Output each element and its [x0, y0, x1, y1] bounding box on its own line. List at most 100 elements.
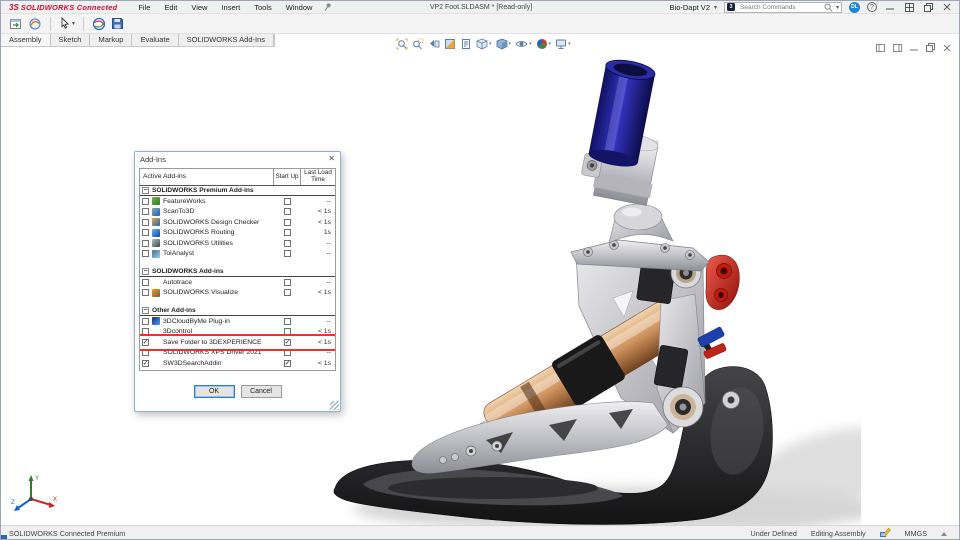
zoom-to-fit-icon[interactable] [396, 38, 408, 50]
hide-show-items-chevron-icon[interactable]: ▾ [529, 41, 532, 47]
add-in-row-solidworks-utilities[interactable]: SOLIDWORKS Utilities-- [140, 238, 335, 249]
help-icon[interactable]: ? [867, 2, 877, 12]
3dexperience-icon[interactable] [92, 17, 106, 31]
add-in-row-autotrace[interactable]: Autotrace-- [140, 277, 335, 288]
startup-checkbox[interactable] [284, 250, 291, 257]
active-checkbox[interactable] [142, 349, 149, 356]
active-checkbox[interactable] [142, 250, 149, 257]
avatar[interactable]: DL [849, 2, 860, 13]
collapse-icon[interactable]: − [142, 268, 149, 275]
add-in-row-solidworks-design-checker[interactable]: SOLIDWORKS Design Checker< 1s [140, 217, 335, 228]
add-in-row-solidworks-visualize[interactable]: SOLIDWORKS Visualize< 1s [140, 288, 335, 299]
graphics-area[interactable]: ▾ ▾ ▾ ▾ ▾ [1, 34, 960, 525]
startup-checkbox[interactable] [284, 198, 291, 205]
tab-evaluate[interactable]: Evaluate [132, 34, 178, 46]
startup-checkbox[interactable] [284, 339, 291, 346]
startup-checkbox[interactable] [284, 349, 291, 356]
prosthetic-foot-model[interactable] [321, 51, 861, 525]
view-settings-icon[interactable]: ▾ [555, 38, 571, 50]
previous-view-icon[interactable] [428, 38, 440, 50]
add-in-row-solidworks-routing[interactable]: SOLIDWORKS Routing1s [140, 228, 335, 239]
active-checkbox[interactable] [142, 360, 149, 367]
dialog-title-bar[interactable]: Add-Ins ✕ [135, 152, 340, 166]
view-settings-chevron-icon[interactable]: ▾ [568, 41, 571, 47]
lifecycle-icon[interactable] [9, 17, 23, 31]
menu-file[interactable]: File [131, 1, 157, 14]
startup-checkbox[interactable] [284, 208, 291, 215]
search-options-chevron-icon[interactable]: ▾ [836, 4, 839, 11]
save-icon[interactable] [111, 17, 124, 30]
edit-appearance-chevron-icon[interactable]: ▾ [549, 41, 552, 47]
tab-markup[interactable]: Markup [90, 34, 132, 46]
pin-menu-icon[interactable] [323, 2, 332, 13]
share-model-icon[interactable] [28, 17, 42, 31]
active-checkbox[interactable] [142, 208, 149, 215]
pane-right-icon[interactable] [893, 39, 902, 57]
search-icon[interactable] [824, 3, 833, 12]
display-style-chevron-icon[interactable]: ▾ [509, 41, 512, 47]
startup-checkbox[interactable] [284, 219, 291, 226]
startup-checkbox[interactable] [284, 279, 291, 286]
status-options-chevron-icon[interactable] [941, 532, 947, 536]
menu-edit[interactable]: Edit [157, 1, 184, 14]
active-checkbox[interactable] [142, 318, 149, 325]
cancel-button[interactable]: Cancel [241, 385, 282, 398]
section-view-icon[interactable] [444, 38, 456, 50]
menu-insert[interactable]: Insert [214, 1, 247, 14]
active-checkbox[interactable] [142, 219, 149, 226]
annotation-view-icon[interactable] [460, 38, 472, 50]
view-orientation-icon[interactable]: ▾ [476, 38, 492, 50]
active-checkbox[interactable] [142, 339, 149, 346]
startup-checkbox[interactable] [284, 229, 291, 236]
add-in-row-featureworks[interactable]: FeatureWorks-- [140, 196, 335, 207]
active-checkbox[interactable] [142, 289, 149, 296]
startup-checkbox[interactable] [284, 360, 291, 367]
dialog-close-icon[interactable]: ✕ [328, 155, 335, 163]
active-checkbox[interactable] [142, 328, 149, 335]
add-in-row-3dcontrol[interactable]: 3Dcontrol< 1s [140, 327, 335, 338]
viewport-minimize-icon[interactable] [910, 39, 918, 57]
menu-tools[interactable]: Tools [247, 1, 279, 14]
menu-view[interactable]: View [184, 1, 214, 14]
edit-appearance-icon[interactable]: ▾ [536, 38, 552, 50]
add-in-row-scanto3d[interactable]: ScanTo3D< 1s [140, 207, 335, 218]
active-checkbox[interactable] [142, 229, 149, 236]
display-style-icon[interactable]: ▾ [496, 38, 512, 50]
search-input[interactable] [738, 3, 821, 12]
add-in-row-sw3dsearchaddin[interactable]: SW3DSearchAddin< 1s [140, 358, 335, 369]
ok-button[interactable]: OK [194, 385, 235, 398]
tab-sketch[interactable]: Sketch [51, 34, 91, 46]
startup-checkbox[interactable] [284, 328, 291, 335]
startup-checkbox[interactable] [284, 289, 291, 296]
add-in-row-3dcloudbyme-plug-in[interactable]: 3DCloudByMe Plug-in-- [140, 316, 335, 327]
restore-button[interactable] [922, 2, 934, 13]
menu-window[interactable]: Window [279, 1, 320, 14]
search-commands-box[interactable]: 3 ▾ [724, 2, 842, 13]
startup-checkbox[interactable] [284, 240, 291, 247]
add-in-row-tolanalyst[interactable]: TolAnalyst-- [140, 249, 335, 260]
status-units[interactable]: MMGS [905, 529, 927, 538]
viewport-restore-icon[interactable] [926, 39, 935, 57]
resize-grip[interactable] [330, 401, 339, 410]
active-checkbox[interactable] [142, 279, 149, 286]
hide-show-items-icon[interactable]: ▾ [515, 38, 532, 50]
tab-solidworks-add-ins[interactable]: SOLIDWORKS Add-Ins [179, 34, 274, 46]
workspace-selector[interactable]: Bio-Dapt V2 ▾ [670, 3, 717, 12]
tile-windows-button[interactable] [903, 2, 915, 13]
tab-assembly[interactable]: Assembly [1, 34, 51, 46]
viewport-close-icon[interactable] [943, 39, 951, 57]
active-checkbox[interactable] [142, 240, 149, 247]
active-checkbox[interactable] [142, 198, 149, 205]
select-tool-icon[interactable]: ▾ [59, 17, 75, 30]
zoom-to-area-icon[interactable] [412, 38, 424, 50]
add-in-row-save-folder-to-3dexperience[interactable]: Save Folder to 3DEXPERIENCE< 1s [140, 337, 335, 348]
startup-checkbox[interactable] [284, 318, 291, 325]
collapse-icon[interactable]: − [142, 187, 149, 194]
add-in-row-solidworks-xps-driver-2021[interactable]: SOLIDWORKS XPS Driver 2021-- [140, 348, 335, 359]
collapse-icon[interactable]: − [142, 307, 149, 314]
view-orientation-chevron-icon[interactable]: ▾ [489, 41, 492, 47]
close-button[interactable] [941, 2, 953, 13]
select-tool-chevron-icon[interactable]: ▾ [72, 20, 75, 27]
pane-left-icon[interactable] [876, 39, 885, 57]
minimize-button[interactable] [884, 2, 896, 13]
